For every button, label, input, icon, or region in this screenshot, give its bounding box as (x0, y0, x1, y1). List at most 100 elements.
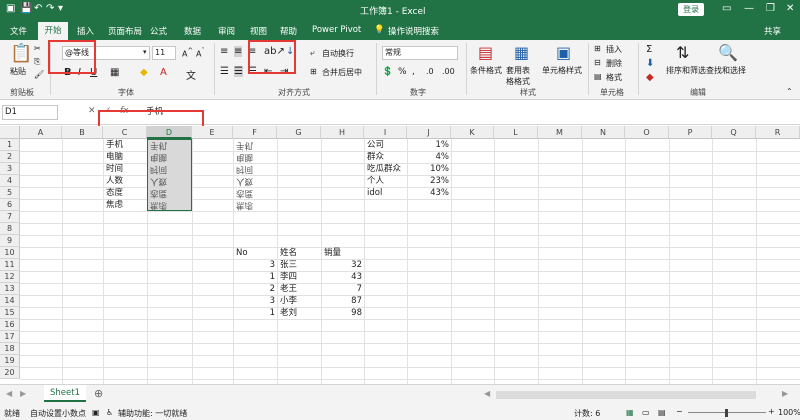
cell-f3[interactable]: 时间 (236, 163, 253, 175)
copy-icon[interactable]: ⎘ (34, 57, 40, 67)
col-header[interactable]: Q (712, 126, 756, 139)
cancel-icon[interactable]: ✕ (88, 106, 96, 116)
font-color-icon[interactable]: A (160, 67, 167, 78)
cell-h13[interactable]: 7 (321, 283, 362, 295)
restore-icon[interactable]: ❐ (766, 3, 775, 14)
format-cells-button[interactable]: 格式 (606, 72, 622, 83)
spreadsheet-grid[interactable]: A B C D E F G H I J K L M N O P Q R 1 2 … (0, 126, 800, 384)
insert-cells-button[interactable]: 插入 (606, 44, 622, 55)
borders-icon[interactable]: ▦ (110, 67, 119, 78)
increase-decimal-icon[interactable]: .0 (426, 67, 434, 76)
col-header[interactable]: J (407, 126, 451, 139)
cell-g14[interactable]: 小李 (280, 295, 297, 307)
cell-f4[interactable]: 人数 (236, 175, 253, 187)
row-header[interactable]: 8 (0, 223, 20, 235)
find-select-button[interactable]: 查找和选择 (706, 65, 746, 76)
page-layout-view-icon[interactable]: ▭ (642, 408, 650, 417)
phonetic-icon[interactable]: 文 (186, 67, 196, 82)
col-header[interactable]: F (233, 126, 277, 139)
cell-f13[interactable]: 2 (233, 283, 275, 295)
minimize-icon[interactable]: — (744, 3, 754, 14)
row-header[interactable]: 9 (0, 235, 20, 247)
cell-d3[interactable]: 时间 (150, 163, 167, 175)
tell-me-search[interactable]: 操作说明搜索 (388, 25, 439, 37)
cell-j1[interactable]: 1% (407, 139, 450, 151)
cell-c4[interactable]: 人数 (106, 175, 123, 187)
cell-d2[interactable]: 电脑 (150, 151, 167, 163)
font-size-combo[interactable]: 11 (152, 46, 176, 60)
paste-button[interactable]: 粘贴 (10, 66, 26, 77)
number-format-combo[interactable]: 常规 (382, 46, 458, 60)
save-icon[interactable]: 💾 (20, 3, 32, 14)
cell-j5[interactable]: 43% (407, 187, 449, 199)
cell-h14[interactable]: 87 (321, 295, 362, 307)
cell-g15[interactable]: 老刘 (280, 307, 297, 319)
format-table-icon[interactable]: ▦ (514, 43, 529, 62)
undo-icon[interactable]: ↶ (34, 3, 42, 14)
cell-i2[interactable]: 群众 (367, 151, 384, 163)
col-header[interactable]: N (582, 126, 625, 139)
col-header[interactable]: H (321, 126, 364, 139)
tab-view[interactable]: 视图 (250, 25, 267, 37)
delete-cells-icon[interactable]: ⊟ (594, 58, 601, 67)
cell-f14[interactable]: 3 (233, 295, 275, 307)
cell-c1[interactable]: 手机 (106, 139, 123, 151)
align-left-icon[interactable]: ☰ (220, 66, 229, 77)
add-sheet-icon[interactable]: ⊕ (94, 387, 103, 400)
tab-page-layout[interactable]: 页面布局 (108, 25, 142, 37)
align-middle-icon[interactable]: ≡ (234, 46, 243, 57)
status-accessibility[interactable]: 辅助功能: 一切就绪 (118, 408, 187, 419)
row-header[interactable]: 15 (0, 307, 20, 319)
autosum-icon[interactable]: Σ (646, 44, 652, 55)
insert-cells-icon[interactable]: ⊞ (594, 44, 601, 53)
clear-icon[interactable]: ◆ (646, 72, 654, 83)
row-header[interactable]: 3 (0, 163, 20, 175)
tab-data[interactable]: 数据 (184, 25, 201, 37)
paste-icon[interactable]: 📋 (10, 43, 32, 64)
page-break-view-icon[interactable]: ▤ (658, 408, 666, 417)
cell-c2[interactable]: 电脑 (106, 151, 123, 163)
cell-f15[interactable]: 1 (233, 307, 275, 319)
row-header[interactable]: 14 (0, 295, 20, 307)
col-header[interactable]: C (103, 126, 147, 139)
macro-record-icon[interactable]: ▣ (92, 408, 100, 417)
hscroll-left-icon[interactable]: ◀ (484, 389, 490, 398)
tab-power-pivot[interactable]: Power Pivot (312, 25, 361, 35)
sort-filter-icon[interactable]: ⇅ (676, 43, 689, 62)
col-header[interactable]: D (147, 126, 192, 139)
col-header[interactable]: A (20, 126, 62, 139)
fill-icon[interactable]: ⬇ (646, 58, 654, 69)
redo-icon[interactable]: ↷ (46, 3, 54, 14)
row-header[interactable]: 13 (0, 283, 20, 295)
col-header[interactable]: B (62, 126, 103, 139)
cell-i1[interactable]: 公司 (367, 139, 384, 151)
row-header[interactable]: 5 (0, 187, 20, 199)
cell-i3[interactable]: 吃瓜群众 (367, 163, 401, 175)
align-top-icon[interactable]: ≡ (220, 46, 228, 57)
hscroll-right-icon[interactable]: ▶ (782, 389, 788, 398)
cell-i5[interactable]: idol (367, 187, 382, 199)
row-header[interactable]: 1 (0, 139, 20, 151)
close-icon[interactable]: ✕ (786, 3, 794, 14)
conditional-format-button[interactable]: 条件格式 (470, 65, 502, 76)
zoom-out-icon[interactable]: − (676, 407, 683, 416)
fill-color-icon[interactable]: ◆ (140, 67, 148, 78)
cut-icon[interactable]: ✂ (34, 44, 41, 53)
conditional-format-icon[interactable]: ▤ (478, 43, 493, 62)
cell-f10[interactable]: No (236, 247, 248, 259)
cell-h10[interactable]: 销量 (324, 247, 341, 259)
tab-formulas[interactable]: 公式 (150, 25, 167, 37)
col-header[interactable]: L (494, 126, 538, 139)
wrap-text-button[interactable]: 自动换行 (322, 48, 354, 59)
cell-style-icon[interactable]: ▣ (556, 43, 571, 62)
row-header[interactable]: 20 (0, 367, 20, 379)
format-table-button[interactable]: 套用表格格式 (506, 65, 536, 87)
col-header[interactable]: O (625, 126, 669, 139)
row-header[interactable]: 12 (0, 271, 20, 283)
tab-help[interactable]: 帮助 (280, 25, 297, 37)
cell-g12[interactable]: 李四 (280, 271, 297, 283)
col-header[interactable]: G (277, 126, 321, 139)
cell-f1[interactable]: 手机 (236, 139, 253, 151)
delete-cells-button[interactable]: 删除 (606, 58, 622, 69)
cell-d6[interactable]: 焦虑 (150, 199, 167, 211)
